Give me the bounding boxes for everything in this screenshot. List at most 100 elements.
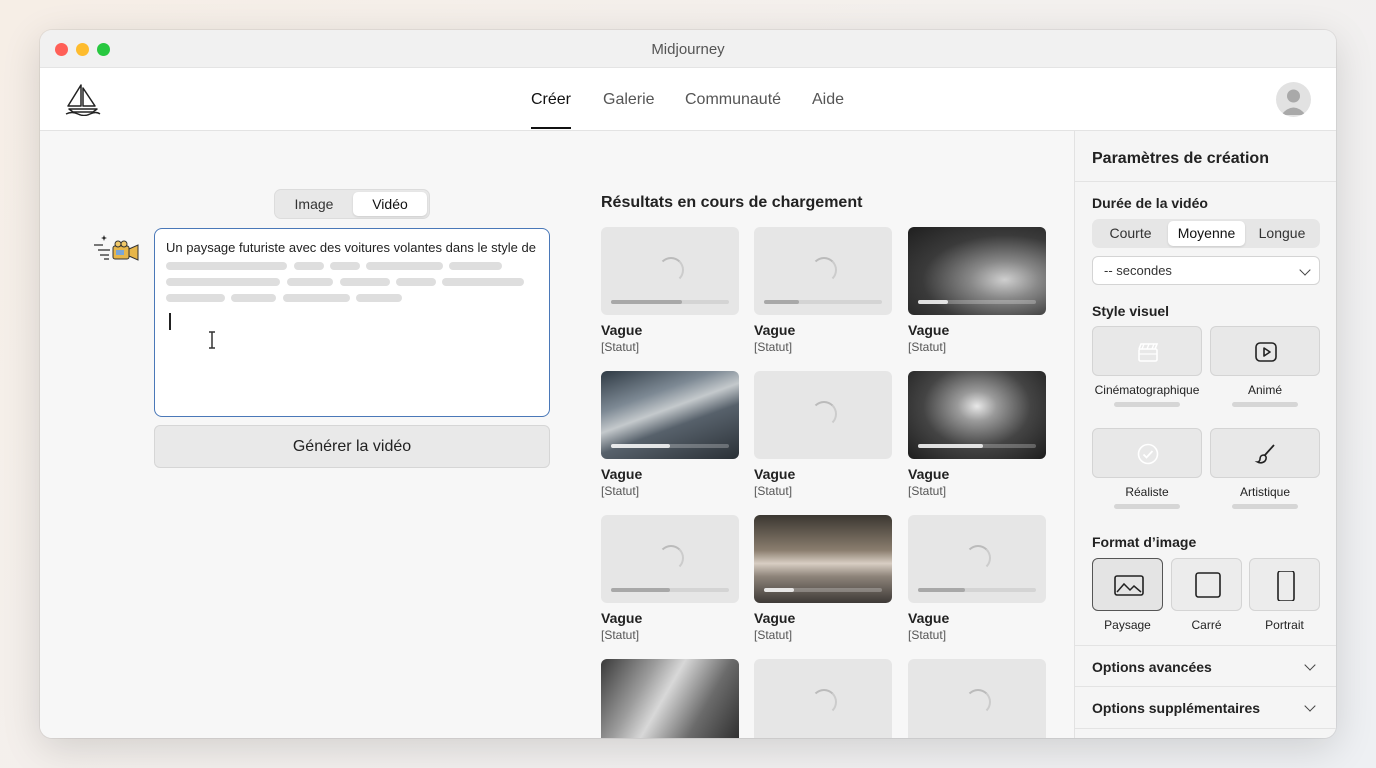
result-loading-thumbnail[interactable] xyxy=(601,515,739,603)
result-preview-thumbnail[interactable] xyxy=(908,371,1046,459)
skeleton-line xyxy=(231,294,276,302)
format-paysage-label: Paysage xyxy=(1104,618,1151,632)
chevron-down-icon[interactable] xyxy=(1304,700,1316,712)
style-anime-tile[interactable] xyxy=(1210,326,1320,376)
duration-moyenne-button[interactable]: Moyenne xyxy=(1168,221,1245,246)
result-loading-thumbnail[interactable] xyxy=(908,515,1046,603)
loading-spinner-icon xyxy=(811,401,837,427)
format-portrait-tile[interactable] xyxy=(1249,558,1320,611)
seconds-select[interactable]: -- secondes xyxy=(1092,256,1320,285)
skeleton-line xyxy=(356,294,402,302)
mode-video-button[interactable]: Vidéo xyxy=(353,192,427,216)
skeleton-line xyxy=(283,294,350,302)
result-card[interactable]: Vague [Statut] xyxy=(754,227,892,357)
skeleton-line xyxy=(449,262,502,270)
progress-fill xyxy=(764,588,794,592)
result-loading-thumbnail[interactable] xyxy=(754,227,892,315)
progress-fill xyxy=(611,300,682,304)
skeleton-line xyxy=(366,262,443,270)
style-bar xyxy=(1114,504,1180,509)
style-cinematographique-label: Cinématographique xyxy=(1094,383,1200,397)
progress-bar xyxy=(611,300,729,304)
result-card[interactable] xyxy=(908,659,1046,738)
progress-fill xyxy=(611,588,670,592)
loading-spinner-icon xyxy=(811,689,837,715)
style-realiste-tile[interactable] xyxy=(1092,428,1202,478)
duration-longue-button[interactable]: Longue xyxy=(1246,221,1318,246)
sailboat-logo-icon[interactable] xyxy=(64,82,102,117)
chevron-down-icon[interactable] xyxy=(1304,659,1316,671)
result-status: [Statut] xyxy=(754,628,793,642)
result-preview-thumbnail[interactable] xyxy=(601,659,739,738)
style-label: Style visuel xyxy=(1092,303,1170,319)
loading-spinner-icon xyxy=(965,689,991,715)
result-card[interactable]: Vague [Statut] xyxy=(908,371,1046,501)
style-bar xyxy=(1232,504,1298,509)
progress-fill xyxy=(918,588,965,592)
result-status: [Statut] xyxy=(908,628,947,642)
result-loading-thumbnail[interactable] xyxy=(754,371,892,459)
tab-creer[interactable]: Créer xyxy=(531,91,572,129)
duration-courte-button[interactable]: Courte xyxy=(1094,221,1167,246)
result-preview-thumbnail[interactable] xyxy=(908,227,1046,315)
result-card[interactable]: Vague [Statut] xyxy=(908,227,1046,357)
result-loading-thumbnail[interactable] xyxy=(601,227,739,315)
skeleton-line xyxy=(396,278,436,286)
result-loading-thumbnail[interactable] xyxy=(754,659,892,738)
result-card[interactable]: Vague [Statut] xyxy=(601,515,739,645)
result-name: Vague xyxy=(908,610,950,626)
advanced-options-toggle[interactable]: Options avancées xyxy=(1092,659,1212,675)
divider xyxy=(1075,728,1336,729)
skeleton-line xyxy=(287,278,333,286)
result-preview-thumbnail[interactable] xyxy=(601,371,739,459)
result-card[interactable]: Vague [Statut] xyxy=(754,515,892,645)
style-cinematographique-tile[interactable] xyxy=(1092,326,1202,376)
progress-bar xyxy=(611,444,729,448)
ibeam-cursor-icon xyxy=(207,331,217,354)
generate-video-button[interactable]: Générer la vidéo xyxy=(154,425,550,468)
format-carre-tile[interactable] xyxy=(1171,558,1242,611)
result-status: [Statut] xyxy=(754,484,793,498)
result-card[interactable]: Vague [Statut] xyxy=(601,371,739,501)
paintbrush-icon xyxy=(1254,444,1275,464)
format-portrait-label: Portrait xyxy=(1265,618,1304,632)
result-status: [Statut] xyxy=(601,628,640,642)
progress-bar xyxy=(611,588,729,592)
result-name: Vague xyxy=(754,322,796,338)
tab-communaute[interactable]: Communauté xyxy=(685,91,781,109)
mode-image-button[interactable]: Image xyxy=(277,192,351,216)
checkmark-circle-icon xyxy=(1137,443,1159,465)
result-name: Vague xyxy=(908,466,950,482)
result-card[interactable] xyxy=(601,659,739,738)
result-card[interactable]: Vague [Statut] xyxy=(908,515,1046,645)
format-label: Format d’image xyxy=(1092,534,1197,550)
result-status: [Statut] xyxy=(908,484,947,498)
format-paysage-tile[interactable] xyxy=(1092,558,1163,611)
result-card[interactable]: Vague [Statut] xyxy=(754,371,892,501)
title-bar: Midjourney xyxy=(40,30,1336,68)
tab-aide[interactable]: Aide xyxy=(812,91,844,109)
skeleton-line xyxy=(442,278,524,286)
result-preview-thumbnail[interactable] xyxy=(754,515,892,603)
skeleton-line xyxy=(340,278,390,286)
style-realiste-label: Réaliste xyxy=(1125,485,1169,499)
portrait-icon xyxy=(1277,571,1295,601)
progress-bar xyxy=(918,300,1036,304)
progress-bar xyxy=(764,588,882,592)
main-area: Image Vidéo Un paysage futuriste avec de… xyxy=(40,131,1074,738)
prompt-input[interactable]: Un paysage futuriste avec des voitures v… xyxy=(154,228,550,417)
progress-bar xyxy=(764,300,882,304)
progress-fill xyxy=(611,444,670,448)
style-artistique-tile[interactable] xyxy=(1210,428,1320,478)
tab-galerie[interactable]: Galerie xyxy=(603,91,655,109)
results-title: Résultats en cours de chargement xyxy=(601,194,863,211)
result-card[interactable] xyxy=(754,659,892,738)
user-avatar-icon[interactable] xyxy=(1276,82,1311,117)
video-camera-sparkle-icon xyxy=(92,233,140,267)
extra-options-toggle[interactable]: Options supplémentaires xyxy=(1092,700,1260,716)
result-status: [Statut] xyxy=(908,340,947,354)
result-name: Vague xyxy=(754,610,796,626)
result-loading-thumbnail[interactable] xyxy=(908,659,1046,738)
mode-toggle: Image Vidéo xyxy=(274,189,430,219)
result-card[interactable]: Vague [Statut] xyxy=(601,227,739,357)
